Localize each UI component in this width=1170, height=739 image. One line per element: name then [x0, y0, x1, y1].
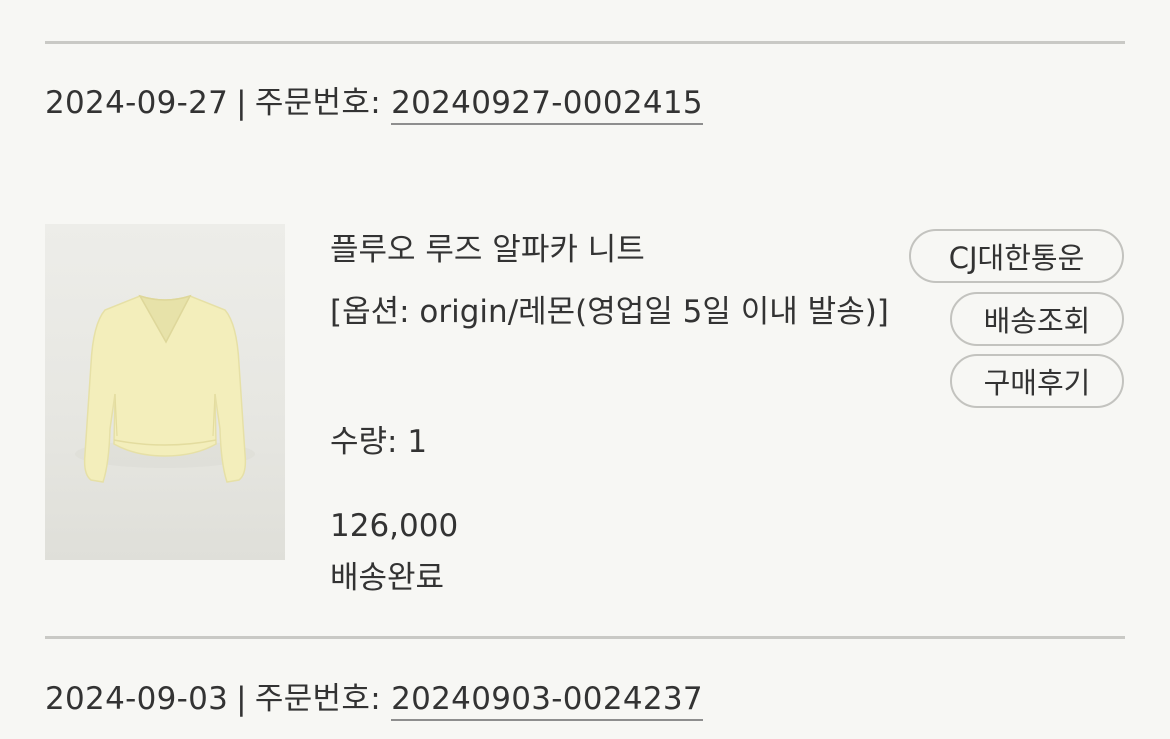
order-header: 2024-09-03 | 주문번호: 20240903-0024237	[45, 674, 703, 724]
courier-button[interactable]: CJ대한통운	[909, 229, 1124, 283]
sweater-icon	[75, 294, 255, 483]
order-header-separator: |	[236, 85, 247, 121]
order-number-label: 주문번호:	[254, 681, 381, 717]
product-price: 126,000	[330, 508, 459, 544]
track-delivery-button[interactable]: 배송조회	[950, 292, 1124, 346]
order-number-link[interactable]: 20240927-0002415	[391, 83, 703, 125]
order-number-label: 주문번호:	[254, 85, 381, 121]
order-divider	[45, 636, 1125, 639]
product-quantity: 수량: 1	[330, 424, 428, 460]
product-option: [옵션: origin/레몬(영업일 5일 이내 발송)]	[330, 294, 889, 330]
order-date: 2024-09-03	[45, 681, 229, 717]
product-name[interactable]: 플루오 루즈 알파카 니트	[330, 230, 645, 270]
order-date: 2024-09-27	[45, 85, 229, 121]
order-number-link[interactable]: 20240903-0024237	[391, 679, 703, 721]
write-review-button[interactable]: 구매후기	[950, 354, 1124, 408]
product-image[interactable]	[45, 224, 285, 560]
delivery-status: 배송완료	[330, 560, 445, 596]
order-header-separator: |	[236, 681, 247, 717]
order-divider-top	[45, 41, 1125, 44]
order-header: 2024-09-27 | 주문번호: 20240927-0002415	[45, 78, 703, 128]
